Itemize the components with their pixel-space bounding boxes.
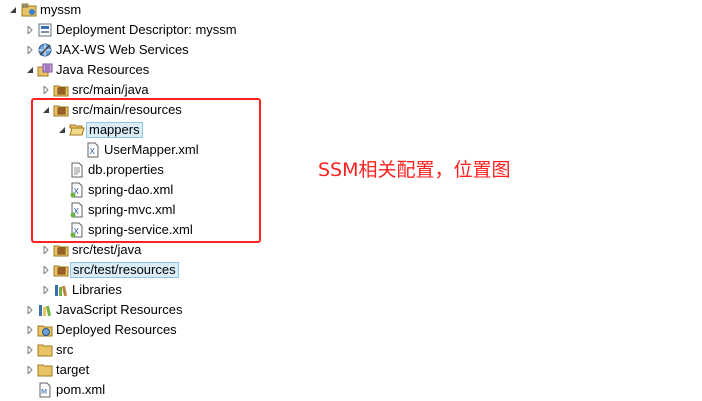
collapsed-arrow-icon[interactable] [25, 365, 35, 375]
tree-item-libraries[interactable]: Libraries [0, 280, 702, 300]
source-folder-icon [53, 262, 69, 278]
libraries-icon [53, 282, 69, 298]
tree-item-jaxws[interactable]: JAX-WS Web Services [0, 40, 702, 60]
collapsed-arrow-icon[interactable] [25, 305, 35, 315]
tree-item-label: src/test/resources [70, 262, 179, 278]
tree-item-pom-xml[interactable]: M pom.xml [0, 380, 702, 400]
tree-item-label: target [56, 362, 90, 377]
highlight-box [31, 98, 261, 243]
tree-item-label: JavaScript Resources [56, 302, 183, 317]
tree-item-deployment-descriptor[interactable]: Deployment Descriptor: myssm [0, 20, 702, 40]
tree-item-label: Libraries [72, 282, 122, 297]
source-folder-icon [53, 82, 69, 98]
tree-item-label: src/test/java [72, 242, 142, 257]
collapsed-arrow-icon[interactable] [41, 85, 51, 95]
source-folder-icon [53, 242, 69, 258]
tree-item-src-test-java[interactable]: src/test/java [0, 240, 702, 260]
folder-icon [37, 342, 53, 358]
tree-item-label: src/main/java [72, 82, 149, 97]
collapsed-arrow-icon[interactable] [41, 265, 51, 275]
folder-icon [37, 362, 53, 378]
deployed-resources-icon [37, 322, 53, 338]
javascript-resources-icon [37, 302, 53, 318]
tree-item-label: myssm [40, 2, 82, 17]
collapsed-arrow-icon[interactable] [41, 245, 51, 255]
collapsed-arrow-icon[interactable] [41, 285, 51, 295]
collapsed-arrow-icon[interactable] [25, 45, 35, 55]
tree-item-label: Deployment Descriptor: myssm [56, 22, 237, 37]
collapsed-arrow-icon[interactable] [25, 345, 35, 355]
java-resources-icon [37, 62, 53, 78]
collapsed-arrow-icon[interactable] [25, 25, 35, 35]
tree-item-label: Java Resources [56, 62, 150, 77]
tree-item-src-main-java[interactable]: src/main/java [0, 80, 702, 100]
deployment-descriptor-icon [37, 22, 53, 38]
tree-item-target[interactable]: target [0, 360, 702, 380]
maven-web-project-icon: M [21, 2, 37, 18]
tree-item-label: JAX-WS Web Services [56, 42, 189, 57]
tree-item-deployed-resources[interactable]: Deployed Resources [0, 320, 702, 340]
expanded-arrow-icon[interactable] [25, 65, 35, 75]
svg-text:M: M [23, 4, 27, 10]
maven-pom-icon: M [37, 382, 53, 398]
tree-item-label: pom.xml [56, 382, 106, 397]
project-explorer-tree: M myssm Deployment Descriptor: myssm JAX… [0, 0, 702, 401]
web-services-icon [37, 42, 53, 58]
tree-item-javascript-resources[interactable]: JavaScript Resources [0, 300, 702, 320]
tree-item-label: src [56, 342, 74, 357]
expanded-arrow-icon[interactable] [8, 5, 18, 15]
tree-item-java-resources[interactable]: Java Resources [0, 60, 702, 80]
annotation-text: SSM相关配置，位置图 [318, 159, 511, 181]
collapsed-arrow-icon[interactable] [25, 325, 35, 335]
tree-item-src-test-resources[interactable]: src/test/resources [0, 260, 702, 280]
tree-item-src[interactable]: src [0, 340, 702, 360]
svg-text:M: M [41, 388, 47, 396]
tree-item-label: Deployed Resources [56, 322, 177, 337]
tree-item-myssm[interactable]: M myssm [0, 0, 702, 20]
